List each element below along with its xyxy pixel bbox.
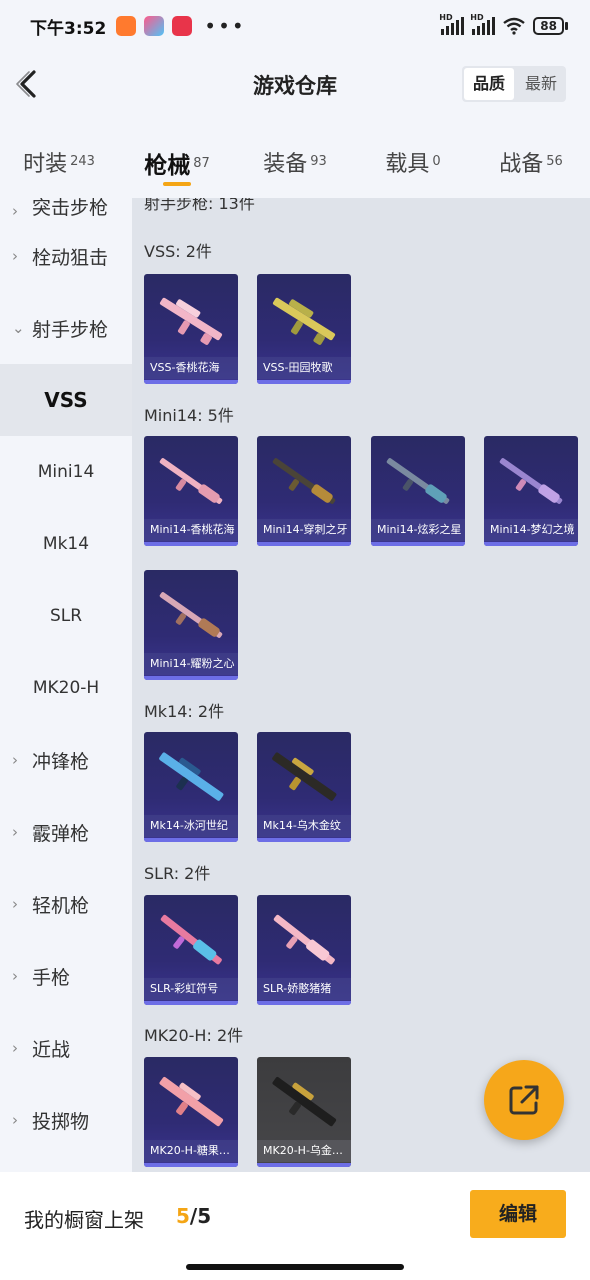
weapon-name: MK20-H-乌金之刃 <box>257 1140 351 1162</box>
weapon-name: Mini14-穿刺之牙 <box>257 519 351 541</box>
tab-equipment[interactable]: 装备 93 <box>236 118 354 198</box>
weapon-card[interactable]: SLR-彩虹符号 <box>144 895 238 1005</box>
weapon-skin-image <box>159 752 224 801</box>
showcase-count: 5/5 <box>176 1204 212 1228</box>
share-icon <box>509 1085 539 1115</box>
weapon-name: Mini14-梦幻之境 <box>484 519 578 541</box>
weapon-card[interactable]: Mini14-穿刺之牙 <box>257 436 351 546</box>
chevron-down-icon: ⌄ <box>12 319 25 337</box>
battery-icon: 88 <box>533 17 568 35</box>
more-notifications-icon: ••• <box>204 14 246 38</box>
showcase-label: 我的橱窗上架 <box>24 1208 144 1232</box>
sidebar-sub-mk20h[interactable]: MK20-H <box>0 652 132 724</box>
weapon-name: VSS-田园牧歌 <box>257 357 351 379</box>
sidebar-item-lmg[interactable]: › 轻机枪 <box>0 868 132 940</box>
sidebar-item-melee[interactable]: › 近战 <box>0 1012 132 1084</box>
edit-button[interactable]: 编辑 <box>470 1190 566 1238</box>
chevron-right-icon: › <box>12 247 18 265</box>
weapon-name: Mk14-冰河世纪 <box>144 815 238 837</box>
sidebar-item-smg[interactable]: › 冲锋枪 <box>0 724 132 796</box>
weapon-name: Mk14-乌木金纹 <box>257 815 351 837</box>
weapon-name: Mini14-耀粉之心 <box>144 653 238 675</box>
weapon-card[interactable]: Mk14-冰河世纪 <box>144 732 238 842</box>
weapon-name: SLR-娇憨猪猪 <box>257 978 351 1000</box>
weapon-name: SLR-彩虹符号 <box>144 978 238 1000</box>
weapon-card[interactable]: Mini14-梦幻之境 <box>484 436 578 546</box>
wifi-icon <box>503 17 526 35</box>
tab-supplies[interactable]: 战备 56 <box>472 118 590 198</box>
sidebar-item-throwables[interactable]: › 投掷物 <box>0 1084 132 1156</box>
weapon-skin-image <box>159 592 223 638</box>
weapon-name: Mini14-炫彩之星 <box>371 519 465 541</box>
active-tab-indicator <box>163 182 191 186</box>
sidebar-item-dmr[interactable]: ⌄ 射手步枪 <box>0 292 132 364</box>
sidebar-item-shotgun[interactable]: › 霰弹枪 <box>0 796 132 868</box>
section-title-mini14: Mini14: 5件 <box>144 406 234 425</box>
weapon-card[interactable]: Mk14-乌木金纹 <box>257 732 351 842</box>
section-title-slr: SLR: 2件 <box>144 864 211 883</box>
weapon-card[interactable]: MK20-H-乌金之刃 <box>257 1057 351 1167</box>
weapon-category-sidebar: › 突击步枪 › 栓动狙击 ⌄ 射手步枪 VSS Mini14 Mk14 SLR MK… <box>0 198 132 1172</box>
weapon-card[interactable]: VSS-田园牧歌 <box>257 274 351 384</box>
chevron-right-icon: › <box>12 967 18 985</box>
header: 游戏仓库 品质 最新 <box>0 52 590 118</box>
weapon-card[interactable]: Mini14-炫彩之星 <box>371 436 465 546</box>
status-bar: 下午3:52 ••• HD HD 88 <box>0 0 590 52</box>
sidebar-sub-slr[interactable]: SLR <box>0 580 132 652</box>
sidebar-sub-mk14[interactable]: Mk14 <box>0 508 132 580</box>
chevron-right-icon: › <box>12 895 18 913</box>
signal-icon-2: HD <box>470 13 496 35</box>
weapon-name: VSS-香桃花海 <box>144 357 238 379</box>
section-title-vss: VSS: 2件 <box>144 242 212 261</box>
tab-outfits[interactable]: 时装 243 <box>0 118 118 198</box>
game-app-icon <box>144 16 165 36</box>
share-button[interactable] <box>484 1060 564 1140</box>
weapon-skin-image <box>273 914 335 965</box>
weapon-skin-image <box>386 458 450 504</box>
tab-weapons[interactable]: 枪械 87 <box>118 118 236 198</box>
weapon-skin-image <box>272 458 336 504</box>
chevron-right-icon: › <box>12 1111 18 1129</box>
video-app-icon <box>172 16 193 36</box>
weapon-card[interactable]: Mini14-香桃花海 <box>144 436 238 546</box>
sidebar-sub-mini14[interactable]: Mini14 <box>0 436 132 508</box>
section-title-mk14: Mk14: 2件 <box>144 702 225 721</box>
sidebar-item-pistol[interactable]: › 手枪 <box>0 940 132 1012</box>
section-title-mk20h: MK20-H: 2件 <box>144 1026 244 1045</box>
sidebar-item-bolt-action[interactable]: › 栓动狙击 <box>0 220 132 292</box>
weapon-card[interactable]: VSS-香桃花海 <box>144 274 238 384</box>
weapon-card[interactable]: SLR-娇憨猪猪 <box>257 895 351 1005</box>
sidebar-sub-vss[interactable]: VSS <box>0 364 132 436</box>
sidebar-item-assault-rifle[interactable]: › 突击步枪 <box>0 198 132 220</box>
sort-toggle: 品质 最新 <box>461 66 566 102</box>
signal-icon: HD <box>439 13 465 35</box>
weapon-skin-image <box>272 752 337 801</box>
showcase-bar: 我的橱窗上架 5/5 编辑 <box>0 1172 590 1280</box>
weapon-name: Mini14-香桃花海 <box>144 519 238 541</box>
sort-latest-button[interactable]: 最新 <box>516 66 566 102</box>
weapon-grid: 射手步枪: 13件 VSS: 2件 VSS-香桃花海 VSS-田园牧歌 Mini… <box>132 198 590 1172</box>
sort-quality-button[interactable]: 品质 <box>463 68 514 100</box>
weapon-skin-image <box>272 297 336 345</box>
weapon-card[interactable]: Mini14-耀粉之心 <box>144 570 238 680</box>
status-time: 下午3:52 <box>30 18 107 39</box>
weapon-skin-image <box>499 458 563 504</box>
weapon-skin-image <box>272 1077 337 1127</box>
chevron-right-icon: › <box>12 1039 18 1057</box>
section-title: 射手步枪: 13件 <box>144 198 255 213</box>
weapon-skin-image <box>160 914 222 965</box>
chevron-right-icon: › <box>12 751 18 769</box>
chevron-right-icon: › <box>12 823 18 841</box>
home-indicator[interactable] <box>186 1264 404 1270</box>
weapon-name: MK20-H-糖果乐园 <box>144 1140 238 1162</box>
weapon-skin-image <box>159 297 223 345</box>
category-tabs: 时装 243 枪械 87 装备 93 载具 0 战备 56 <box>0 118 590 198</box>
tab-vehicles[interactable]: 载具 0 <box>354 118 472 198</box>
weapon-skin-image <box>159 1077 224 1127</box>
shopping-app-icon <box>116 16 137 36</box>
chevron-right-icon: › <box>12 202 18 220</box>
weapon-skin-image <box>159 458 223 504</box>
weapon-card[interactable]: MK20-H-糖果乐园 <box>144 1057 238 1167</box>
